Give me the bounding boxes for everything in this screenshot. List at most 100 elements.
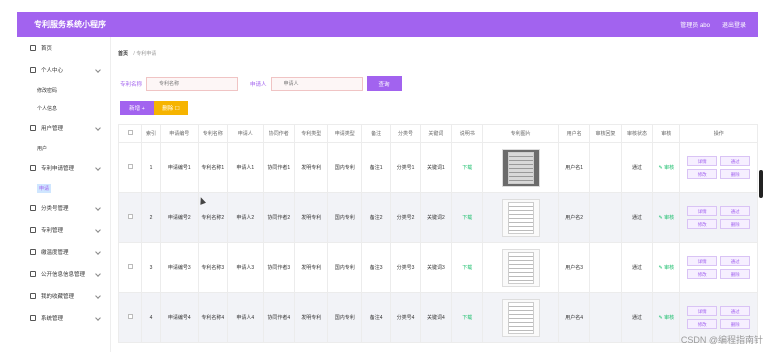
- download-link[interactable]: 下载: [451, 292, 484, 343]
- table-row: 3 申请编号3 专利名称3 申请人3 协同作者3 发明专利 国内专利 备注3 分…: [117, 242, 758, 293]
- download-link[interactable]: 下载: [451, 142, 484, 193]
- sidebar-item-favorites[interactable]: 我的收藏管理: [17, 285, 110, 307]
- download-link[interactable]: 下载: [451, 242, 484, 293]
- chevron-down-icon: [95, 315, 101, 321]
- edit-button[interactable]: 修改: [687, 169, 718, 179]
- patent-name-label: 专利名称: [120, 81, 143, 88]
- search-button[interactable]: 查询: [366, 76, 402, 91]
- cell-user: 用户名3: [557, 242, 591, 293]
- row-checkbox[interactable]: [117, 242, 143, 293]
- user-name[interactable]: 管理员 abo: [680, 20, 710, 29]
- chevron-down-icon: [95, 271, 101, 277]
- patent-thumbnail[interactable]: [501, 298, 540, 337]
- cell-status: 通过: [620, 192, 654, 243]
- download-link[interactable]: 下载: [451, 192, 484, 243]
- pass-button[interactable]: 通过: [720, 206, 751, 216]
- sidebar: 首页 个人中心 修改密码 个人信息 用户管理 用户 专利申请管理 申请 分类号管…: [17, 37, 111, 352]
- sidebar-item-fees[interactable]: 缴温度管理: [17, 241, 110, 263]
- row-checkbox[interactable]: [117, 192, 143, 243]
- delete-row-button[interactable]: 删除: [720, 269, 751, 279]
- review-link[interactable]: ✎ 审核: [652, 292, 681, 343]
- cell-coauthor: 协同作者3: [262, 242, 295, 293]
- top-bar: 专利服务系统小程序 管理员 abo 退出登录: [17, 12, 758, 37]
- cell-coauthor: 协同作者4: [262, 292, 295, 343]
- col-header: 分类号: [390, 124, 421, 143]
- cell-applicant: 申请人1: [226, 142, 264, 193]
- sidebar-item-application[interactable]: 专利申请管理: [17, 157, 110, 179]
- sidebar-item-classes[interactable]: 分类号管理: [17, 197, 110, 219]
- col-header: 申请类型: [327, 124, 362, 143]
- detail-button[interactable]: 详情: [687, 306, 718, 316]
- sidebar-sub-apply[interactable]: 申请: [17, 179, 110, 197]
- breadcrumb-home[interactable]: 首页: [118, 51, 128, 57]
- edit-button[interactable]: 修改: [687, 269, 718, 279]
- sidebar-item-system[interactable]: 系统管理: [17, 307, 110, 329]
- edit-button[interactable]: 修改: [687, 219, 718, 229]
- folder-icon: [30, 293, 36, 299]
- cell-index: 1: [141, 142, 161, 193]
- cell-coauthor: 协同作者1: [262, 142, 295, 193]
- pass-button[interactable]: 通过: [720, 156, 751, 166]
- sidebar-item-users[interactable]: 用户管理: [17, 117, 110, 139]
- review-link[interactable]: ✎ 审核: [652, 142, 681, 193]
- select-all-checkbox[interactable]: [117, 124, 143, 143]
- cell-image: [482, 192, 559, 243]
- cell-reply: [589, 192, 622, 243]
- col-header: 审核状态: [620, 124, 654, 143]
- cell-no: 申请编号4: [159, 292, 199, 343]
- cell-type: 发明专利: [293, 142, 329, 193]
- cell-ops: 详情 通过 修改 删除: [679, 192, 758, 243]
- cell-applicant: 申请人2: [226, 192, 264, 243]
- sidebar-item-patents[interactable]: 专利管理: [17, 219, 110, 241]
- pass-button[interactable]: 通过: [720, 306, 751, 316]
- chevron-down-icon: [95, 67, 101, 73]
- scrollbar[interactable]: [759, 170, 763, 198]
- cell-no: 申请编号1: [159, 142, 199, 193]
- cell-status: 通过: [620, 242, 654, 293]
- row-checkbox[interactable]: [117, 292, 143, 343]
- action-bar: 新增 + 删除 ☐: [120, 101, 188, 115]
- sidebar-item-home[interactable]: 首页: [17, 37, 110, 59]
- delete-row-button[interactable]: 删除: [720, 219, 751, 229]
- sidebar-sub-info[interactable]: 个人信息: [17, 99, 110, 117]
- add-button[interactable]: 新增 +: [120, 101, 154, 115]
- cell-note: 备注4: [360, 292, 392, 343]
- review-link[interactable]: ✎ 审核: [652, 242, 681, 293]
- delete-button[interactable]: 删除 ☐: [154, 101, 188, 115]
- sidebar-sub-password[interactable]: 修改密码: [17, 81, 110, 99]
- delete-row-button[interactable]: 删除: [720, 169, 751, 179]
- delete-row-button[interactable]: 删除: [720, 319, 751, 329]
- grid-icon: [30, 205, 36, 211]
- cell-user: 用户名4: [557, 292, 591, 343]
- sidebar-sub-user[interactable]: 用户: [17, 139, 110, 157]
- row-checkbox[interactable]: [117, 142, 143, 193]
- cell-class: 分类号4: [390, 292, 421, 343]
- pass-button[interactable]: 通过: [720, 256, 751, 266]
- patent-thumbnail[interactable]: [501, 148, 540, 187]
- detail-button[interactable]: 详情: [687, 256, 718, 266]
- col-header: 索引: [141, 124, 161, 143]
- detail-button[interactable]: 详情: [687, 156, 718, 166]
- search-bar: 专利名称 申请人 查询: [120, 76, 402, 91]
- detail-button[interactable]: 详情: [687, 206, 718, 216]
- edit-button[interactable]: 修改: [687, 319, 718, 329]
- cell-name: 专利名称1: [197, 142, 228, 193]
- sidebar-item-public[interactable]: 公开信息信息管理: [17, 263, 110, 285]
- logout-link[interactable]: 退出登录: [722, 20, 746, 29]
- cell-index: 3: [141, 242, 161, 293]
- applicant-input[interactable]: [270, 76, 363, 91]
- cell-no: 申请编号3: [159, 242, 199, 293]
- cell-reply: [589, 142, 622, 193]
- cell-no: 申请编号2: [159, 192, 199, 243]
- cell-image: [482, 142, 559, 193]
- patent-thumbnail[interactable]: [501, 248, 540, 287]
- cell-note: 备注2: [360, 192, 392, 243]
- settings-icon: [30, 315, 36, 321]
- patent-thumbnail[interactable]: [501, 198, 540, 237]
- sidebar-item-profile[interactable]: 个人中心: [17, 59, 110, 81]
- cell-status: 通过: [620, 292, 654, 343]
- review-link[interactable]: ✎ 审核: [652, 192, 681, 243]
- patent-name-input[interactable]: [146, 76, 239, 91]
- chevron-down-icon: [95, 293, 101, 299]
- cell-apptype: 国内专利: [327, 242, 362, 293]
